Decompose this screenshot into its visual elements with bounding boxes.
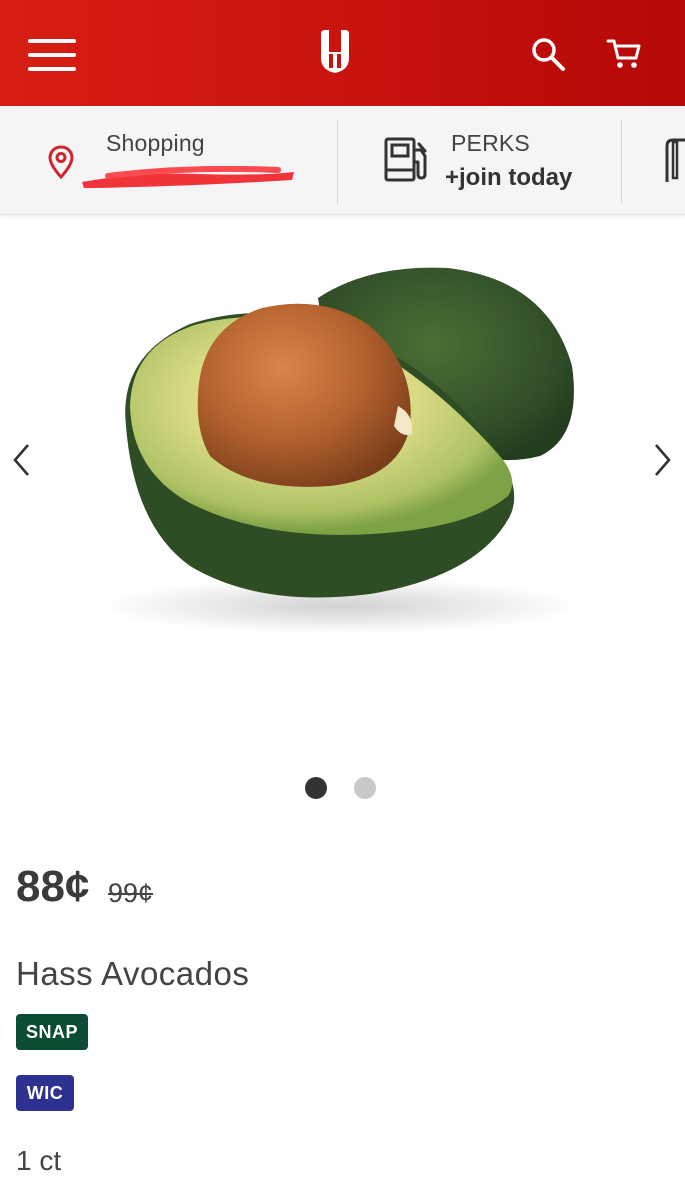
product-image-avocado: [100, 267, 580, 634]
product-quantity: 1 ct: [16, 1145, 62, 1176]
carousel-dot[interactable]: [354, 777, 376, 799]
join-today-link[interactable]: +join today: [445, 164, 572, 192]
chevron-left-icon[interactable]: [8, 440, 36, 480]
snap-badge: SNAP: [16, 1014, 88, 1050]
wic-badge: WIC: [16, 1075, 74, 1111]
info-bar: [0, 106, 685, 215]
original-price: 99¢: [108, 878, 154, 908]
store-logo[interactable]: [318, 28, 352, 74]
shopping-label: Shopping: [106, 130, 205, 156]
redacted-location-value: [82, 166, 294, 188]
search-icon[interactable]: [530, 36, 566, 72]
perks-join-button[interactable]: [338, 106, 621, 214]
perks-label: PERKS: [451, 130, 530, 156]
fuel-pump-icon: [384, 137, 427, 182]
sale-price: 88¢: [16, 862, 90, 911]
carousel-dot-active[interactable]: [305, 777, 327, 799]
top-header: [0, 0, 685, 106]
cart-icon[interactable]: [606, 38, 642, 70]
chevron-right-icon[interactable]: [648, 440, 676, 480]
product-name: Hass Avocados: [16, 955, 250, 992]
hamburger-menu-icon[interactable]: [28, 37, 76, 73]
partial-logo-icon: [665, 138, 685, 182]
location-pin-icon: [48, 145, 74, 179]
